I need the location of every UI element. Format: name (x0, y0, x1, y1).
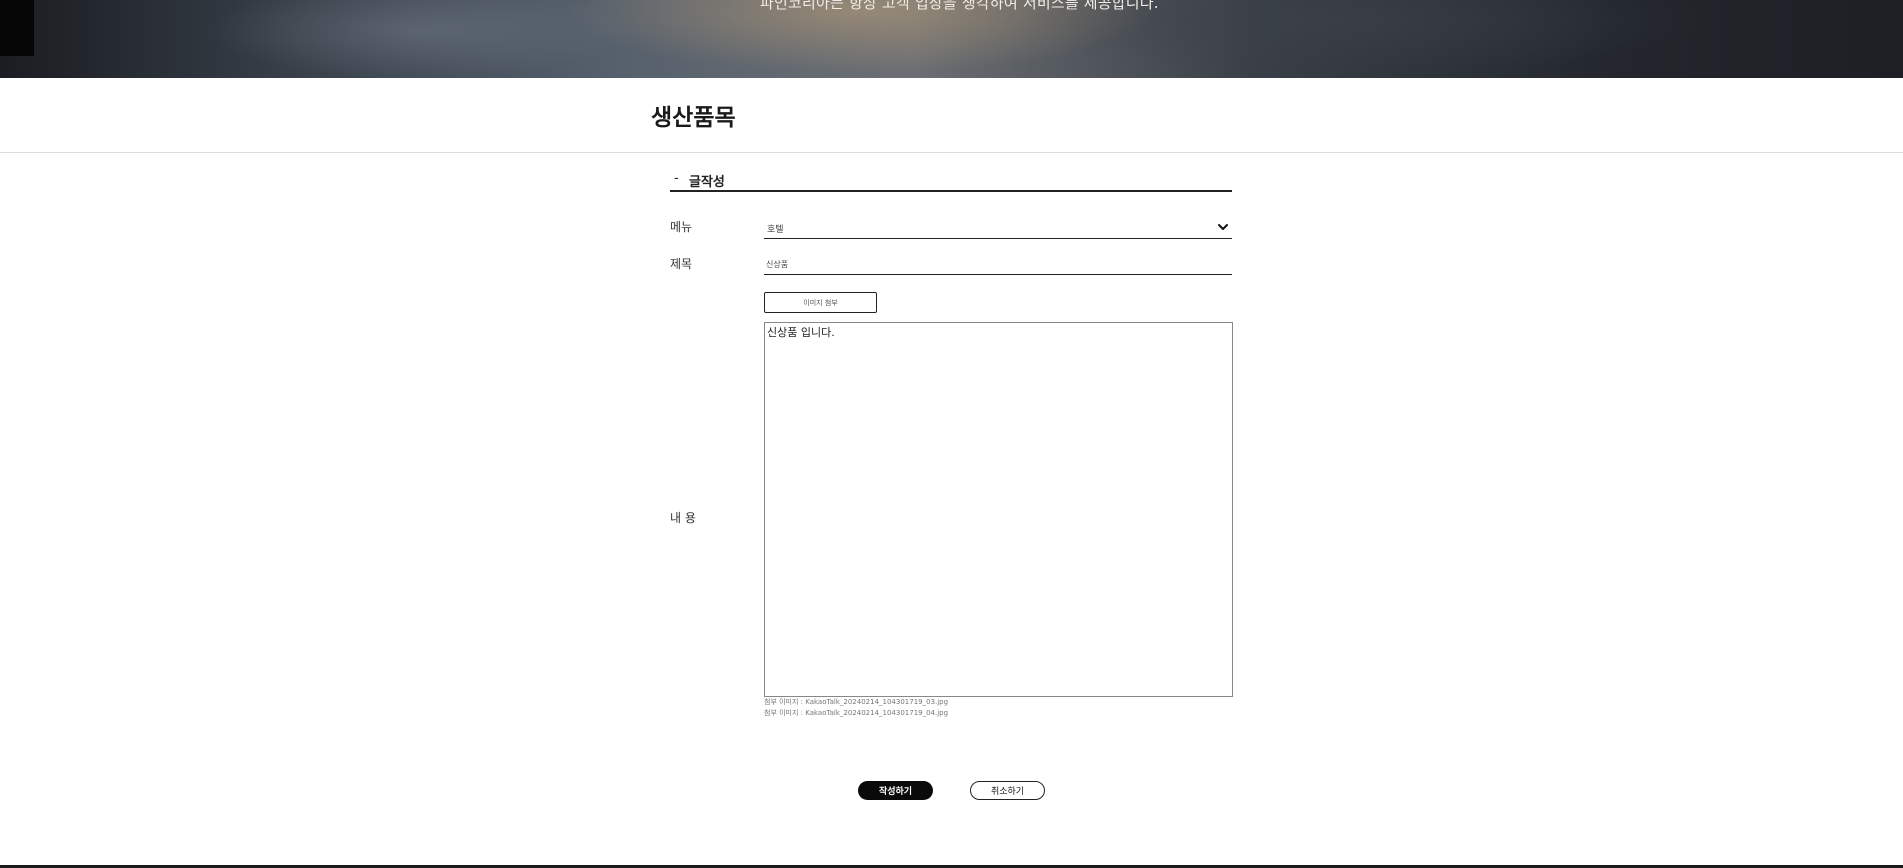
banner-slogan: 파인코리아는 항상 고객 입장을 생각하여 서비스를 제공합니다. (760, 0, 1159, 12)
menu-select-value: 호텔 (767, 225, 784, 235)
menu-label: 메뉴 (670, 220, 693, 234)
chevron-down-icon (1218, 224, 1228, 230)
banner-edge (0, 0, 34, 56)
title-input[interactable] (764, 255, 1232, 275)
attached-files: 첨부 이미지 : KakaoTalk_20240214_104301719_03… (764, 697, 948, 719)
cancel-button[interactable]: 취소하기 (970, 781, 1045, 800)
attached-file-item: 첨부 이미지 : KakaoTalk_20240214_104301719_04… (764, 709, 949, 717)
section-title: 글작성 (689, 175, 725, 190)
title-label: 제목 (670, 257, 693, 271)
page-title: 생산품목 (651, 105, 736, 131)
section-dash: - (674, 171, 679, 186)
hero-banner: 파인코리아는 항상 고객 입장을 생각하여 서비스를 제공합니다. (0, 0, 1903, 78)
content-label: 내 용 (670, 511, 696, 525)
submit-button[interactable]: 작성하기 (858, 781, 933, 800)
image-attach-button[interactable]: 이미지 첨부 (764, 292, 877, 313)
menu-select[interactable]: 호텔 (764, 218, 1232, 239)
attached-file-item: 첨부 이미지 : KakaoTalk_20240214_104301719_03… (764, 698, 949, 706)
page-header: 생산품목 (0, 78, 1903, 153)
content-textarea[interactable]: 신상품 입니다. (764, 322, 1233, 697)
section-header: - 글작성 (670, 170, 1232, 192)
